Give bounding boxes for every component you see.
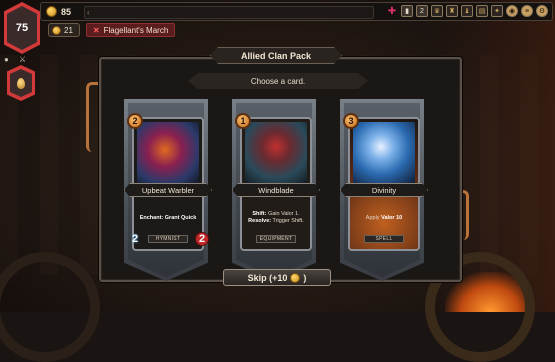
- health-value: 2: [195, 232, 209, 246]
- gold-counter: 85: [46, 6, 71, 17]
- desc-keyword-2: Resolve:: [248, 218, 271, 224]
- clan-banner-icon-2[interactable]: ♜: [446, 5, 458, 17]
- dragon-bell-icon[interactable]: ✚: [386, 5, 398, 17]
- chevron-left-icon: ‹: [87, 7, 90, 18]
- gold-amount: 85: [61, 7, 71, 17]
- card-art: [245, 122, 307, 184]
- covenant-icon[interactable]: 2: [416, 5, 428, 17]
- deck-icon[interactable]: ▤: [476, 5, 488, 17]
- status-row: 21 ✕ Flagellant's March: [48, 23, 175, 37]
- card-type-label: EQUIPMENT: [256, 235, 296, 243]
- desc-keyword: Shift:: [252, 211, 266, 217]
- ring-indicator[interactable]: ✕ Flagellant's March: [86, 23, 175, 37]
- top-right-icons: ✚ ▮ 2 ♛ ♜ ♝ ▤ ✦ ◉ ≡ ⚙: [386, 5, 548, 17]
- skip-suffix: ): [303, 273, 306, 283]
- card-description: Apply Valor 10: [352, 203, 416, 233]
- ring-name: Flagellant's March: [104, 26, 169, 35]
- ember-cost-badge: 1: [235, 113, 251, 129]
- ember-cost-badge: 2: [127, 113, 143, 129]
- card-type-label: SPELL: [364, 235, 404, 243]
- clan-banner-icon-3[interactable]: ♝: [461, 5, 473, 17]
- pack-title: Allied Clan Pack: [210, 47, 342, 64]
- log-icon[interactable]: ≡: [521, 5, 533, 17]
- card-windblade[interactable]: 1 Windblade Shift: Gain Valor 1. Resolve…: [240, 117, 312, 251]
- desc-value: Valor 10: [381, 215, 402, 221]
- card-art: [353, 122, 415, 184]
- card-description: Enchant: Grant Quick: [136, 203, 200, 233]
- choose-prompt: Choose a card.: [188, 73, 368, 89]
- shield-icon: ●: [4, 55, 9, 64]
- egg-icon: [17, 78, 25, 89]
- journey-progress-bar[interactable]: ‹: [84, 6, 374, 19]
- card-upbeat-warbler[interactable]: 2 Upbeat Warbler Enchant: Grant Quick HY…: [132, 117, 204, 251]
- desc-value-2: Trigger Shift.: [273, 218, 304, 224]
- card-name: Upbeat Warbler: [124, 183, 212, 197]
- pyre-icon[interactable]: ▮: [401, 5, 413, 17]
- ember-icon: [52, 26, 61, 35]
- ember-amount: 21: [64, 26, 73, 35]
- skip-button[interactable]: Skip (+10 ): [223, 269, 331, 286]
- relic-icon[interactable]: ✦: [491, 5, 503, 17]
- gold-coin-icon: [290, 273, 300, 283]
- left-status-icons: ● ⚔: [4, 55, 26, 64]
- skip-label: Skip (+10: [248, 273, 288, 283]
- ember-counter: 21: [48, 23, 80, 37]
- train-wheel-left: [0, 252, 100, 362]
- card-type-label: HYMNIST: [148, 235, 188, 243]
- top-bar: 85 ‹ ✚ ▮ 2 ♛ ♜ ♝ ▤ ✦ ◉ ≡ ⚙: [40, 2, 553, 21]
- card-divinity[interactable]: 3 Divinity Apply Valor 10 SPELL: [348, 117, 420, 251]
- desc-value: Gain Valor 1.: [268, 211, 300, 217]
- card-name: Windblade: [232, 183, 320, 197]
- card-name: Divinity: [340, 183, 428, 197]
- gold-coin-icon: [46, 6, 57, 17]
- attack-value: 2: [128, 232, 142, 246]
- desc-keyword: Apply: [366, 215, 380, 221]
- crossed-swords-icon: ✕: [93, 26, 100, 35]
- clan-banner-icon-1[interactable]: ♛: [431, 5, 443, 17]
- swords-icon: ⚔: [19, 55, 26, 64]
- map-icon[interactable]: ◉: [506, 5, 518, 17]
- card-art: [137, 122, 199, 184]
- ember-cost-badge: 3: [343, 113, 359, 129]
- card-description: Shift: Gain Valor 1. Resolve: Trigger Sh…: [244, 203, 308, 233]
- pyre-ability-badge[interactable]: [10, 69, 32, 97]
- desc-value: Grant Quick: [165, 215, 196, 221]
- menu-icon[interactable]: ⚙: [536, 5, 548, 17]
- desc-keyword: Enchant:: [140, 215, 164, 221]
- pyre-health-value[interactable]: 75: [7, 6, 37, 50]
